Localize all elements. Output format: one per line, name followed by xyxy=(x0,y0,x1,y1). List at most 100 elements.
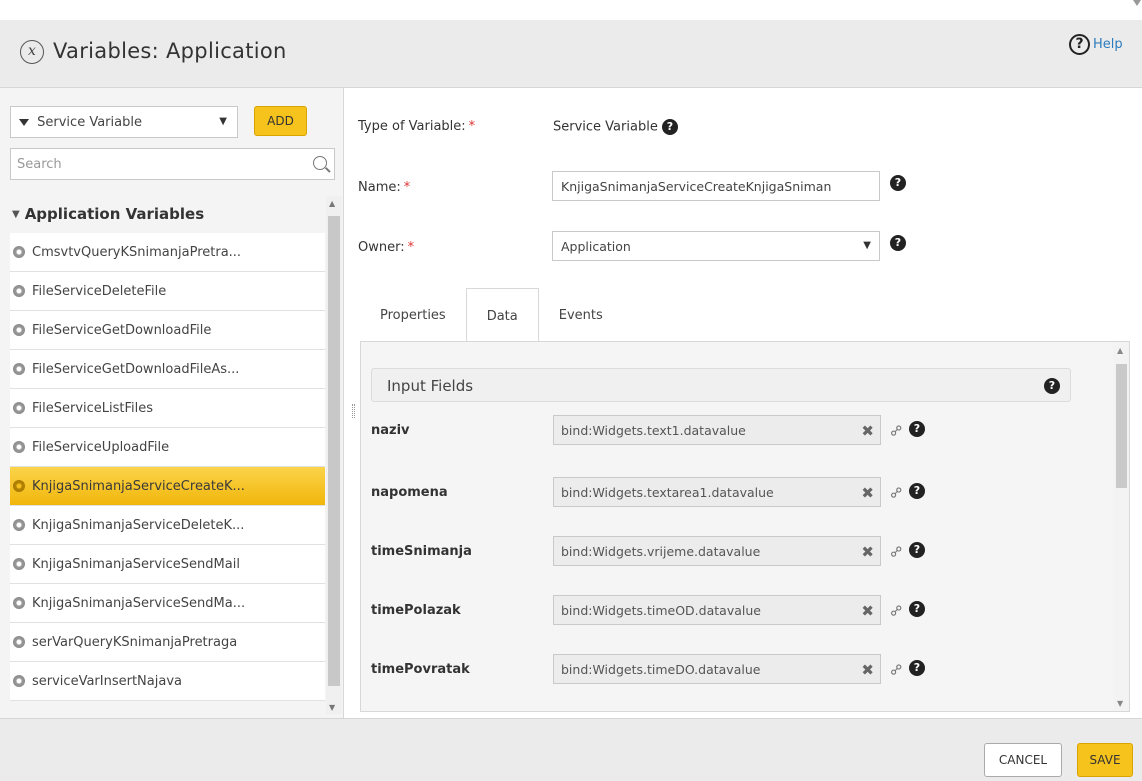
clear-icon[interactable]: ✖ xyxy=(861,422,874,440)
add-button[interactable]: ADD xyxy=(254,106,307,136)
list-item-label: serviceVarInsertNajava xyxy=(32,673,182,689)
link-icon[interactable]: ⚯ xyxy=(886,598,909,622)
list-item-label: serVarQueryKSnimanjaPretraga xyxy=(32,634,238,650)
field-binding-input[interactable]: bind:Widgets.textarea1.datavalue ✖ xyxy=(553,477,881,507)
gear-icon xyxy=(13,597,25,609)
cancel-button[interactable]: CANCEL xyxy=(984,743,1062,777)
tab-properties[interactable]: Properties xyxy=(360,288,466,342)
clear-icon[interactable]: ✖ xyxy=(861,484,874,502)
close-icon[interactable]: x xyxy=(20,40,44,64)
list-item-label: KnjigaSnimanjaServiceCreateK... xyxy=(32,478,245,494)
help-icon[interactable]: ? xyxy=(909,542,925,558)
chevron-down-icon[interactable]: ▼ xyxy=(863,240,871,251)
search-icon[interactable] xyxy=(313,156,327,170)
save-button[interactable]: SAVE xyxy=(1077,743,1133,777)
gear-icon xyxy=(13,558,25,570)
list-item[interactable]: FileServiceGetDownloadFile xyxy=(10,311,325,350)
gear-icon xyxy=(13,441,25,453)
gear-icon xyxy=(13,324,25,336)
tab-bar: Properties Data Events xyxy=(360,288,623,342)
dialog-title: Variables: Application xyxy=(53,39,287,63)
link-icon[interactable]: ⚯ xyxy=(886,657,909,681)
help-icon[interactable]: ? xyxy=(661,119,678,135)
field-label: timePolazak xyxy=(371,603,461,618)
variable-type-value: Service Variable xyxy=(37,115,142,130)
dialog-footer: CANCEL SAVE xyxy=(0,718,1142,781)
field-binding-input[interactable]: bind:Widgets.vrijeme.datavalue ✖ xyxy=(553,536,881,566)
list-item[interactable]: KnjigaSnimanjaServiceDeleteK... xyxy=(10,506,325,545)
required-mark: * xyxy=(403,180,411,195)
help-icon[interactable]: ? xyxy=(909,421,925,437)
list-item[interactable]: serviceVarInsertNajava xyxy=(10,662,325,701)
list-item[interactable]: FileServiceUploadFile xyxy=(10,428,325,467)
corner-indicator xyxy=(1133,0,1141,6)
scroll-down-icon[interactable]: ▼ xyxy=(1117,699,1123,708)
scroll-up-icon[interactable]: ▲ xyxy=(1117,346,1123,355)
input-fields-header[interactable]: Input Fields ? xyxy=(371,368,1071,402)
gear-icon xyxy=(13,246,25,258)
sidebar-scrollbar[interactable]: ▲ ▼ xyxy=(326,196,342,714)
field-binding-input[interactable]: bind:Widgets.timeOD.datavalue ✖ xyxy=(553,595,881,625)
help-icon[interactable]: ? xyxy=(1044,378,1060,394)
variables-sidebar: Service Variable ▼ ADD Search ▼ Applicati… xyxy=(0,88,344,718)
list-item-label: FileServiceUploadFile xyxy=(32,439,170,455)
gear-icon xyxy=(13,285,25,297)
help-icon[interactable]: ? xyxy=(890,235,906,251)
name-input[interactable]: KnjigaSnimanjaServiceCreateKnjigaSniman xyxy=(552,171,880,201)
link-icon[interactable]: ⚯ xyxy=(886,480,909,504)
gear-icon xyxy=(13,675,25,687)
required-mark: * xyxy=(407,240,415,255)
list-item[interactable]: KnjigaSnimanjaServiceSendMail xyxy=(10,545,325,584)
help-icon[interactable]: ? xyxy=(1069,34,1090,55)
list-item[interactable]: FileServiceDeleteFile xyxy=(10,272,325,311)
list-item[interactable]: FileServiceGetDownloadFileAs... xyxy=(10,350,325,389)
field-label: timeSnimanja xyxy=(371,544,472,559)
dialog-header: x Variables: Application ? Help xyxy=(0,20,1142,88)
tab-events[interactable]: Events xyxy=(539,288,623,342)
gear-icon xyxy=(13,636,25,648)
scroll-up-icon[interactable]: ▲ xyxy=(329,199,335,208)
search-input[interactable]: Search xyxy=(10,148,335,180)
chevron-down-icon[interactable]: ▼ xyxy=(219,116,227,127)
help-icon[interactable]: ? xyxy=(909,660,925,676)
clear-icon[interactable]: ✖ xyxy=(861,661,874,679)
list-item-label: FileServiceDeleteFile xyxy=(32,283,167,299)
scroll-down-icon[interactable]: ▼ xyxy=(329,703,335,712)
list-group-header[interactable]: ▼ Application Variables xyxy=(10,193,343,233)
gear-icon xyxy=(13,363,25,375)
help-icon[interactable]: ? xyxy=(890,175,906,191)
help-icon[interactable]: ? xyxy=(909,601,925,617)
list-item[interactable]: serVarQueryKSnimanjaPretraga xyxy=(10,623,325,662)
resize-handle[interactable] xyxy=(352,404,355,418)
link-icon[interactable]: ⚯ xyxy=(886,418,909,442)
scrollbar-thumb[interactable] xyxy=(328,216,340,686)
clear-icon[interactable]: ✖ xyxy=(861,543,874,561)
field-label: napomena xyxy=(371,485,448,500)
variables-list: ▼ Application Variables CmsvtvQueryKSnima… xyxy=(10,193,343,715)
gear-icon xyxy=(13,480,25,492)
list-item-selected[interactable]: KnjigaSnimanjaServiceCreateK... xyxy=(10,467,325,506)
panel-scrollbar[interactable]: ▲ ▼ xyxy=(1113,342,1129,711)
link-icon[interactable]: ⚯ xyxy=(886,539,909,563)
scrollbar-thumb[interactable] xyxy=(1116,364,1127,488)
field-label: timePovratak xyxy=(371,662,470,677)
collapse-icon[interactable]: ▼ xyxy=(12,209,20,220)
gear-icon xyxy=(13,519,25,531)
variable-editor: Type of Variable: * Service Variable ? Na… xyxy=(345,88,1142,718)
help-label[interactable]: Help xyxy=(1093,37,1123,52)
filter-icon xyxy=(19,119,29,126)
field-binding-input[interactable]: bind:Widgets.text1.datavalue ✖ xyxy=(553,415,881,445)
data-tab-panel: Input Fields ? naziv bind:Widgets.text1.… xyxy=(360,341,1130,712)
help-link[interactable]: ? Help xyxy=(1069,34,1123,55)
help-icon[interactable]: ? xyxy=(909,483,925,499)
field-binding-input[interactable]: bind:Widgets.timeDO.datavalue ✖ xyxy=(553,654,881,684)
list-item[interactable]: KnjigaSnimanjaServiceSendMa... xyxy=(10,584,325,623)
variable-type-select[interactable]: Service Variable ▼ xyxy=(10,106,238,138)
list-item[interactable]: CmsvtvQueryKSnimanjaPretra... xyxy=(10,233,325,272)
list-item-label: FileServiceListFiles xyxy=(32,400,154,416)
list-item[interactable]: FileServiceListFiles xyxy=(10,389,325,428)
variables-dialog: x Variables: Application ? Help Service … xyxy=(0,0,1142,781)
owner-select[interactable]: Application ▼ xyxy=(552,231,880,261)
tab-data[interactable]: Data xyxy=(465,288,539,342)
clear-icon[interactable]: ✖ xyxy=(861,602,874,620)
